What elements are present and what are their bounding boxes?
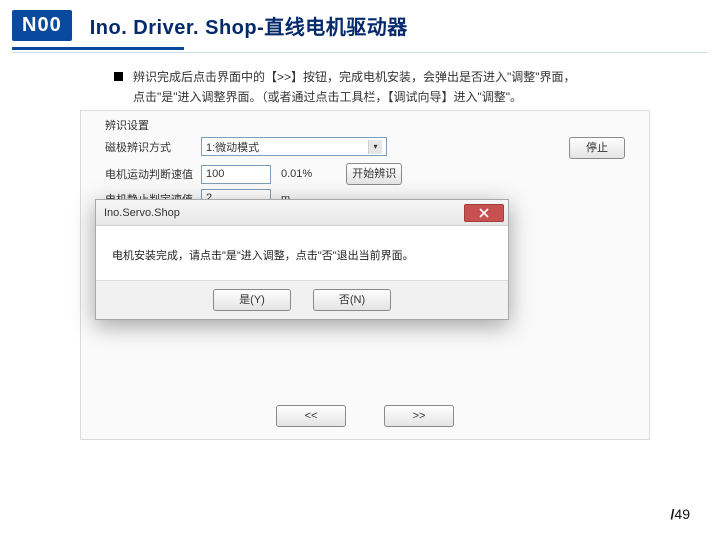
label-move: 电机运动判断速值 [105,166,193,182]
prev-button[interactable]: << [276,405,346,427]
row-mode: 磁极辨识方式 1:微动模式 ▾ [105,137,387,156]
stop-button[interactable]: 停止 [569,137,625,159]
title-underline [12,47,184,50]
dropdown-mode[interactable]: 1:微动模式 ▾ [201,137,387,156]
dialog-message: 电机安装完成，请点击"是"进入调整，点击"否"退出当前界面。 [112,248,492,266]
dialog-body: 电机安装完成，请点击"是"进入调整，点击"否"退出当前界面。 [96,226,508,280]
confirm-dialog: Ino.Servo.Shop 电机安装完成，请点击"是"进入调整，点击"否"退出… [95,199,509,320]
dialog-button-bar: 是(Y) 否(N) [96,280,508,319]
close-icon [479,208,489,218]
close-button[interactable] [464,204,504,222]
instruction-text: 辨识完成后点击界面中的【>>】按钮，完成电机安装，会弹出是否进入"调整"界面， … [133,67,576,108]
page-total: 49 [674,506,690,522]
dropdown-mode-value: 1:微动模式 [206,139,259,155]
start-button[interactable]: 开始辨识 [346,163,402,185]
label-mode: 磁极辨识方式 [105,139,193,155]
instruction-line2: 点击"是"进入调整界面。（或者通过点击工具栏，【调试向导】进入"调整"。 [133,90,522,104]
slide: N00 Ino. Driver. Shop-直线电机驱动器 辨识完成后点击界面中… [0,0,720,540]
row-move: 电机运动判断速值 100 0.01% 开始辨识 [105,163,402,185]
page-title: Ino. Driver. Shop-直线电机驱动器 [90,11,408,40]
yes-button[interactable]: 是(Y) [213,289,291,311]
logo-badge: N00 [12,10,72,41]
page-number: /49 [671,506,690,522]
unit-move: 0.01% [281,168,312,180]
dialog-title-bar: Ino.Servo.Shop [96,200,508,226]
no-button[interactable]: 否(N) [313,289,391,311]
instruction-bullet: 辨识完成后点击界面中的【>>】按钮，完成电机安装，会弹出是否进入"调整"界面， … [114,67,690,108]
separator-line [12,52,708,53]
nav-row: << >> [81,405,649,427]
next-button[interactable]: >> [384,405,454,427]
input-move[interactable]: 100 [201,165,271,184]
dialog-title: Ino.Servo.Shop [104,207,180,219]
app-screenshot-panel: 辨识设置 磁极辨识方式 1:微动模式 ▾ 停止 电机运动判断速值 100 0.0… [80,110,650,440]
group-label: 辨识设置 [105,117,149,133]
header: N00 Ino. Driver. Shop-直线电机驱动器 [0,0,720,41]
bullet-square-icon [114,72,123,81]
chevron-down-icon: ▾ [368,140,382,154]
instruction-line1: 辨识完成后点击界面中的【>>】按钮，完成电机安装，会弹出是否进入"调整"界面， [133,70,576,84]
